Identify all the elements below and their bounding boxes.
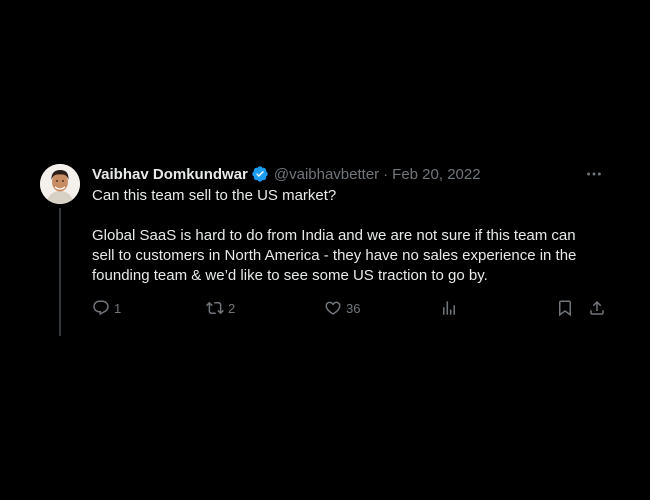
tweet-date[interactable]: Feb 20, 2022 — [392, 166, 480, 183]
retweet-button[interactable]: 2 — [206, 298, 235, 318]
avatar-photo — [40, 164, 80, 204]
retweet-icon — [206, 301, 224, 315]
bookmark-button[interactable] — [556, 298, 574, 318]
share-button[interactable] — [588, 298, 606, 318]
like-button[interactable]: 36 — [324, 298, 360, 318]
views-icon — [443, 301, 455, 315]
share-icon — [590, 300, 604, 315]
tweet-header: Vaibhav Domkundwar @vaibhavbetter · Feb … — [92, 164, 481, 184]
verified-badge-icon — [251, 165, 269, 183]
separator-dot: · — [383, 165, 389, 183]
more-options-button[interactable] — [584, 164, 604, 184]
reply-button[interactable]: 1 — [92, 298, 121, 318]
thread-line — [59, 208, 61, 336]
tweet[interactable]: Vaibhav Domkundwar @vaibhavbetter · Feb … — [40, 160, 610, 340]
like-count: 36 — [346, 300, 361, 316]
like-icon — [325, 301, 341, 315]
avatar[interactable] — [40, 164, 80, 204]
tweet-text-paragraph2: Global SaaS is hard to do from India and… — [92, 227, 577, 284]
tweet-text-line1: Can this team sell to the US market? — [92, 187, 337, 204]
user-handle[interactable]: @vaibhavbetter — [274, 166, 379, 183]
reply-icon — [93, 300, 109, 316]
more-icon — [587, 172, 601, 176]
tweet-actions: 1 2 36 — [92, 298, 606, 318]
retweet-count: 2 — [228, 300, 236, 316]
tweet-text: Can this team sell to the US market? Glo… — [92, 186, 602, 286]
reply-count: 1 — [114, 300, 122, 316]
views-button[interactable] — [440, 298, 458, 318]
display-name[interactable]: Vaibhav Domkundwar — [92, 166, 248, 183]
bookmark-icon — [559, 300, 571, 317]
